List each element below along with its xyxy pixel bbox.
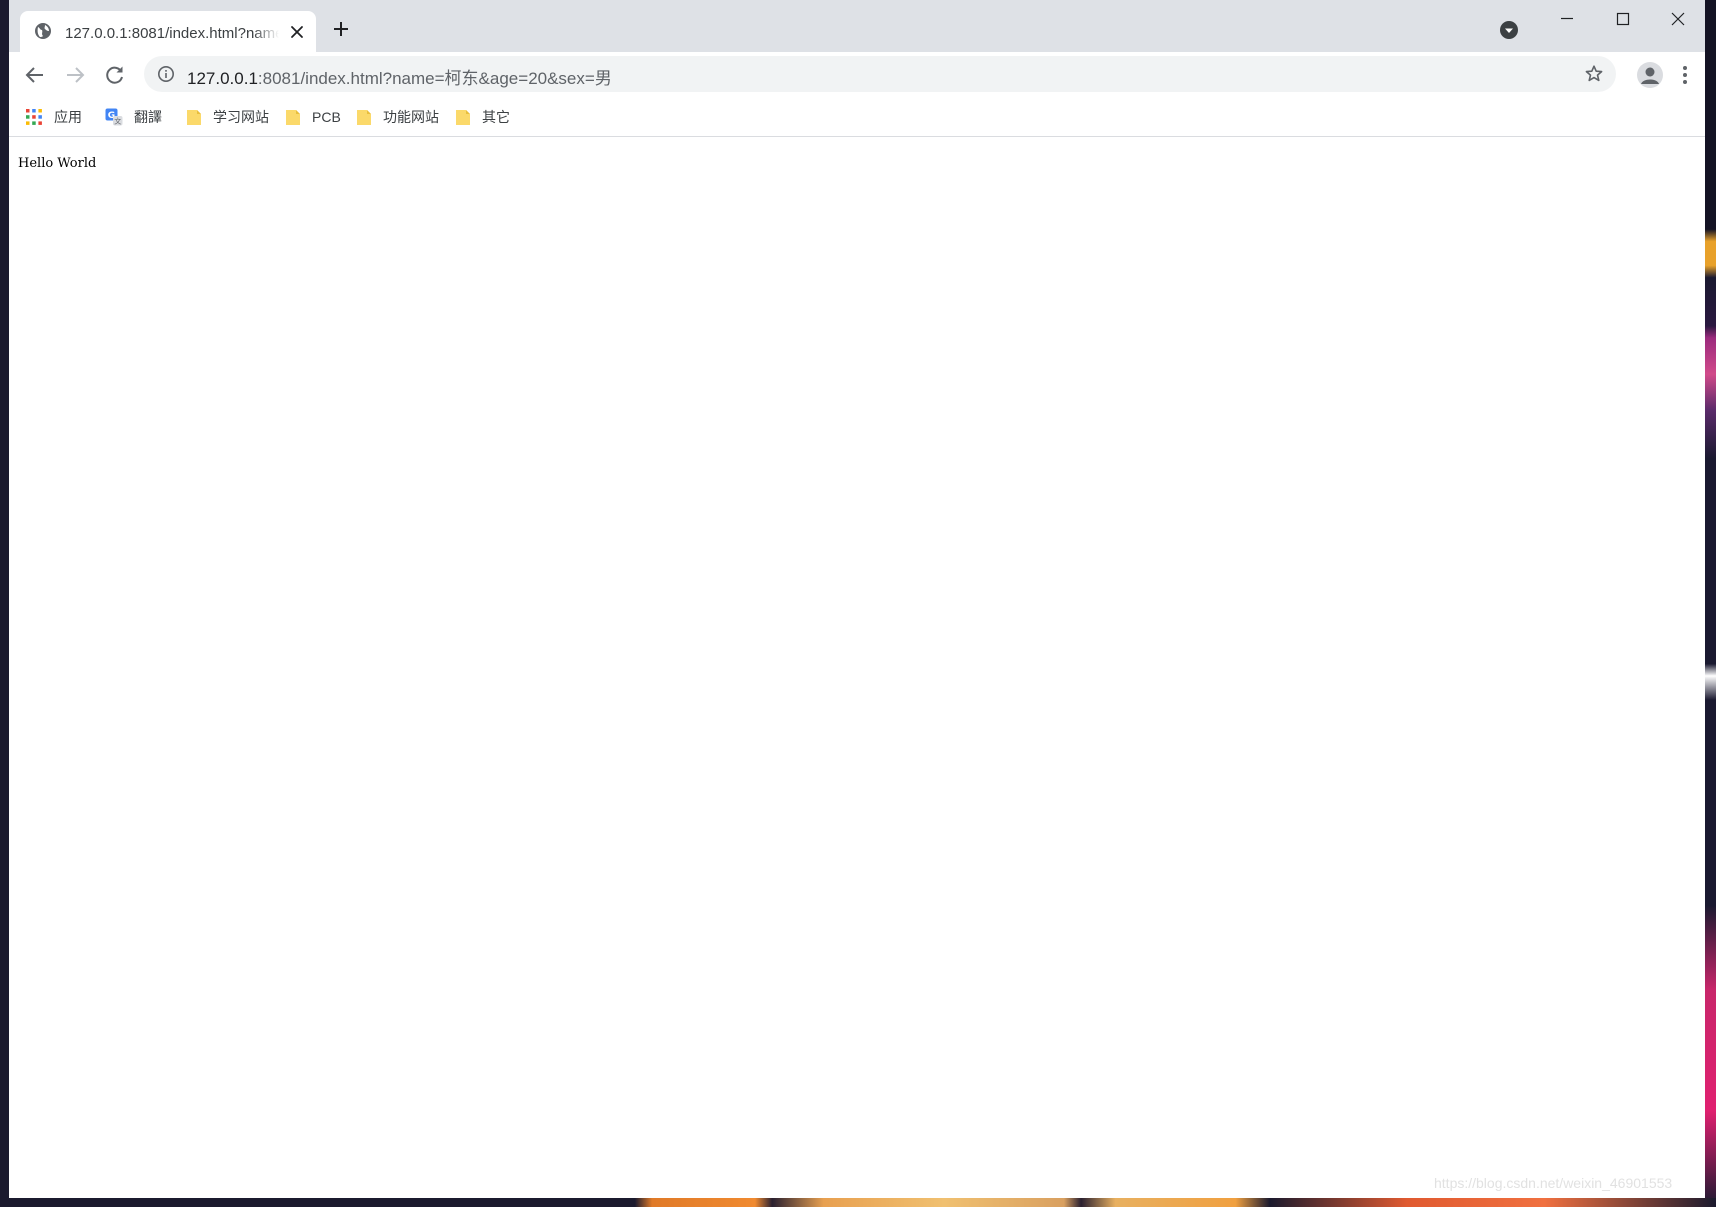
maximize-icon [1616, 12, 1630, 26]
bookmark-folder-other[interactable]: 其它 [455, 103, 510, 131]
page-body-text: Hello World [18, 156, 97, 171]
profile-button[interactable] [1637, 62, 1663, 88]
wallpaper-right-strip [1705, 0, 1716, 1207]
translate-icon: G 文 [105, 108, 123, 126]
minimize-icon [1561, 17, 1573, 20]
bookmark-translate[interactable]: G 文 翻譯 [105, 103, 162, 131]
address-bar[interactable]: 127.0.0.1:8081/index.html?name=柯东&age=20… [144, 56, 1616, 92]
star-icon[interactable] [1584, 64, 1604, 84]
bookmark-label: 功能网站 [383, 109, 439, 125]
browser-tab[interactable]: 127.0.0.1:8081/index.html?name=柯东&age=20… [20, 11, 316, 52]
minimize-button[interactable] [1539, 0, 1595, 38]
folder-icon [286, 110, 300, 125]
bookmark-folder-study[interactable]: 学习网站 [186, 103, 269, 131]
bookmark-label: 翻譯 [134, 109, 162, 125]
wallpaper-bottom-strip [0, 1198, 1716, 1207]
folder-icon [187, 110, 201, 125]
svg-text:文: 文 [114, 117, 121, 126]
bookmark-apps[interactable]: 应用 [25, 103, 82, 131]
maximize-button[interactable] [1595, 0, 1651, 38]
close-tab-icon[interactable] [288, 23, 306, 41]
folder-icon [456, 110, 470, 125]
new-tab-icon[interactable] [332, 20, 350, 38]
tab-search-icon[interactable] [1499, 20, 1519, 40]
bookmark-label: PCB [312, 109, 341, 125]
globe-icon [35, 23, 51, 39]
kebab-menu-icon[interactable] [1679, 63, 1691, 87]
close-icon [1671, 12, 1685, 26]
url-host: 127.0.0.1 [187, 69, 258, 88]
window-close-button[interactable] [1650, 0, 1705, 38]
bookmark-folder-pcb[interactable]: PCB [285, 103, 341, 131]
watermark: https://blog.csdn.net/weixin_46901553 [1434, 1175, 1673, 1191]
back-arrow-icon[interactable] [23, 63, 47, 87]
apps-grid-icon [26, 109, 42, 125]
bookmark-label: 其它 [482, 109, 510, 125]
page-content: Hello World [9, 137, 1705, 1198]
browser-window: 127.0.0.1:8081/index.html?name=柯东&age=20… [9, 0, 1705, 1198]
forward-arrow-icon[interactable] [63, 63, 87, 87]
reload-icon[interactable] [103, 63, 127, 87]
toolbar: 127.0.0.1:8081/index.html?name=柯东&age=20… [9, 52, 1705, 98]
tab-title: 127.0.0.1:8081/index.html?name=柯东&age=20… [65, 25, 279, 42]
bookmark-folder-tools[interactable]: 功能网站 [356, 103, 439, 131]
tab-strip: 127.0.0.1:8081/index.html?name=柯东&age=20… [9, 0, 1705, 52]
url-text[interactable]: 127.0.0.1:8081/index.html?name=柯东&age=20… [187, 64, 612, 89]
bookmarks-bar: 应用 G 文 翻譯 学习网站 PCB 功能网站 其它 [9, 98, 1705, 137]
bookmark-label: 应用 [54, 109, 82, 125]
person-icon [1641, 67, 1659, 84]
url-path: :8081/index.html?name=柯东&age=20&sex=男 [257, 69, 612, 88]
folder-icon [357, 110, 371, 125]
bookmark-label: 学习网站 [213, 109, 269, 125]
info-icon[interactable] [157, 65, 175, 83]
